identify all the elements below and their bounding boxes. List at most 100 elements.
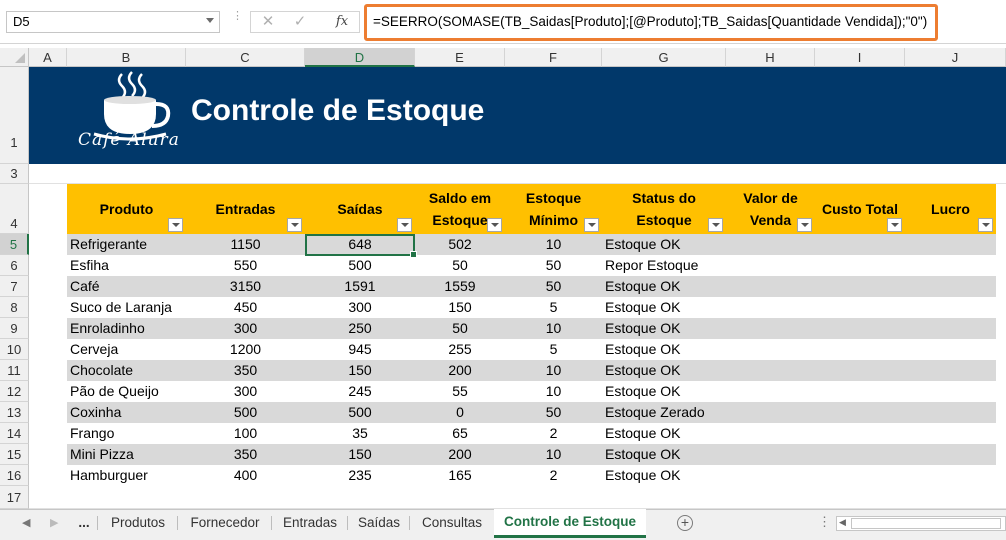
tab-fornecedor[interactable]: Fornecedor bbox=[178, 510, 272, 536]
cell-saldo[interactable]: 50 bbox=[415, 318, 505, 339]
cell-status[interactable]: Repor Estoque bbox=[602, 255, 726, 276]
cell-saidas[interactable]: 245 bbox=[305, 381, 415, 402]
cell-saldo[interactable]: 502 bbox=[415, 234, 505, 255]
row-header-12[interactable]: 12 bbox=[0, 381, 29, 402]
cell-saldo[interactable]: 65 bbox=[415, 423, 505, 444]
filter-dropdown-icon[interactable] bbox=[487, 218, 502, 232]
cell-minimo[interactable]: 10 bbox=[505, 381, 602, 402]
scroll-left-arrow-icon[interactable]: ◀ bbox=[839, 517, 846, 528]
row-header-13[interactable]: 13 bbox=[0, 402, 29, 423]
drag-handle-icon[interactable]: ⋮ bbox=[232, 11, 243, 22]
active-cell-selection[interactable] bbox=[305, 234, 417, 258]
cell-entradas[interactable]: 300 bbox=[186, 318, 305, 339]
filter-dropdown-icon[interactable] bbox=[287, 218, 302, 232]
cell-minimo[interactable]: 10 bbox=[505, 234, 602, 255]
cell-saldo[interactable]: 255 bbox=[415, 339, 505, 360]
cell-produto[interactable]: Hamburguer bbox=[67, 465, 186, 486]
cell-minimo[interactable]: 2 bbox=[505, 423, 602, 444]
cell-produto[interactable]: Mini Pizza bbox=[67, 444, 186, 465]
cell-entradas[interactable]: 500 bbox=[186, 402, 305, 423]
cell-produto[interactable]: Café bbox=[67, 276, 186, 297]
column-header-d[interactable]: D bbox=[305, 48, 415, 67]
select-all-button[interactable] bbox=[0, 48, 29, 67]
cell-saldo[interactable]: 165 bbox=[415, 465, 505, 486]
filter-dropdown-icon[interactable] bbox=[168, 218, 183, 232]
cell-status[interactable]: Estoque OK bbox=[602, 318, 726, 339]
cancel-icon[interactable]: ✕ bbox=[255, 13, 281, 31]
cell-entradas[interactable]: 350 bbox=[186, 360, 305, 381]
cell-produto[interactable]: Cerveja bbox=[67, 339, 186, 360]
row-header-1[interactable]: 1 bbox=[0, 67, 29, 164]
cell-minimo[interactable]: 5 bbox=[505, 297, 602, 318]
cell-produto[interactable]: Frango bbox=[67, 423, 186, 444]
cell-minimo[interactable]: 10 bbox=[505, 318, 602, 339]
column-header-e[interactable]: E bbox=[415, 48, 505, 67]
cell-saldo[interactable]: 1559 bbox=[415, 276, 505, 297]
cell-saidas[interactable]: 500 bbox=[305, 402, 415, 423]
cell-status[interactable]: Estoque OK bbox=[602, 276, 726, 297]
cell-saldo[interactable]: 150 bbox=[415, 297, 505, 318]
row-header-9[interactable]: 9 bbox=[0, 318, 29, 339]
cell-entradas[interactable]: 1200 bbox=[186, 339, 305, 360]
row-header-15[interactable]: 15 bbox=[0, 444, 29, 465]
row-header-16[interactable]: 16 bbox=[0, 465, 29, 486]
tab-saidas[interactable]: Saídas bbox=[348, 510, 410, 536]
cell-entradas[interactable]: 3150 bbox=[186, 276, 305, 297]
tab-produtos[interactable]: Produtos bbox=[98, 510, 178, 536]
cell-status[interactable]: Estoque OK bbox=[602, 339, 726, 360]
cell-status[interactable]: Estoque Zerado bbox=[602, 402, 726, 423]
column-header-h[interactable]: H bbox=[726, 48, 815, 67]
cell-entradas[interactable]: 1150 bbox=[186, 234, 305, 255]
column-header-b[interactable]: B bbox=[67, 48, 186, 67]
cell-produto[interactable]: Coxinha bbox=[67, 402, 186, 423]
cell-minimo[interactable]: 50 bbox=[505, 276, 602, 297]
column-header-c[interactable]: C bbox=[186, 48, 305, 67]
add-sheet-icon[interactable]: + bbox=[677, 515, 693, 531]
cell-minimo[interactable]: 2 bbox=[505, 465, 602, 486]
column-header-i[interactable]: I bbox=[815, 48, 905, 67]
cell-status[interactable]: Estoque OK bbox=[602, 297, 726, 318]
scroll-right-icon[interactable]: ▶ bbox=[50, 516, 58, 529]
cell-status[interactable]: Estoque OK bbox=[602, 465, 726, 486]
filter-dropdown-icon[interactable] bbox=[797, 218, 812, 232]
cell-status[interactable]: Estoque OK bbox=[602, 234, 726, 255]
column-header-j[interactable]: J bbox=[905, 48, 1006, 67]
cell-saldo[interactable]: 0 bbox=[415, 402, 505, 423]
tab-controle-de-estoque[interactable]: Controle de Estoque bbox=[494, 509, 646, 538]
cell-saidas[interactable]: 500 bbox=[305, 255, 415, 276]
cell-produto[interactable]: Esfiha bbox=[67, 255, 186, 276]
cell-saldo[interactable]: 200 bbox=[415, 444, 505, 465]
row-header-8[interactable]: 8 bbox=[0, 297, 29, 318]
more-sheets-button[interactable]: ... bbox=[70, 510, 98, 536]
cell-saidas[interactable]: 300 bbox=[305, 297, 415, 318]
cell-minimo[interactable]: 10 bbox=[505, 444, 602, 465]
cell-saldo[interactable]: 50 bbox=[415, 255, 505, 276]
insert-function-icon[interactable]: fx bbox=[329, 13, 355, 31]
row-header-6[interactable]: 6 bbox=[0, 255, 29, 276]
cell-saldo[interactable]: 55 bbox=[415, 381, 505, 402]
drag-handle-icon[interactable]: ⋮ bbox=[818, 514, 831, 530]
cell-produto[interactable]: Pão de Queijo bbox=[67, 381, 186, 402]
cell-entradas[interactable]: 100 bbox=[186, 423, 305, 444]
cell-saidas[interactable]: 1591 bbox=[305, 276, 415, 297]
filter-dropdown-icon[interactable] bbox=[584, 218, 599, 232]
row-header-17[interactable]: 17 bbox=[0, 486, 29, 509]
cell-minimo[interactable]: 50 bbox=[505, 402, 602, 423]
cell-entradas[interactable]: 400 bbox=[186, 465, 305, 486]
row-header-4[interactable]: 4 bbox=[0, 184, 29, 234]
cell-saidas[interactable]: 150 bbox=[305, 444, 415, 465]
cell-status[interactable]: Estoque OK bbox=[602, 444, 726, 465]
row-header-10[interactable]: 10 bbox=[0, 339, 29, 360]
horizontal-scrollbar[interactable]: ◀ bbox=[836, 516, 1006, 531]
cell-produto[interactable]: Refrigerante bbox=[67, 234, 186, 255]
cell-produto[interactable]: Enroladinho bbox=[67, 318, 186, 339]
cell-minimo[interactable]: 10 bbox=[505, 360, 602, 381]
cell-minimo[interactable]: 5 bbox=[505, 339, 602, 360]
tab-entradas[interactable]: Entradas bbox=[272, 510, 348, 536]
check-icon[interactable]: ✓ bbox=[287, 13, 313, 31]
cell-produto[interactable]: Suco de Laranja bbox=[67, 297, 186, 318]
cell-saidas[interactable]: 235 bbox=[305, 465, 415, 486]
cell-saidas[interactable]: 150 bbox=[305, 360, 415, 381]
cell-produto[interactable]: Chocolate bbox=[67, 360, 186, 381]
row-header-3[interactable]: 3 bbox=[0, 164, 29, 184]
